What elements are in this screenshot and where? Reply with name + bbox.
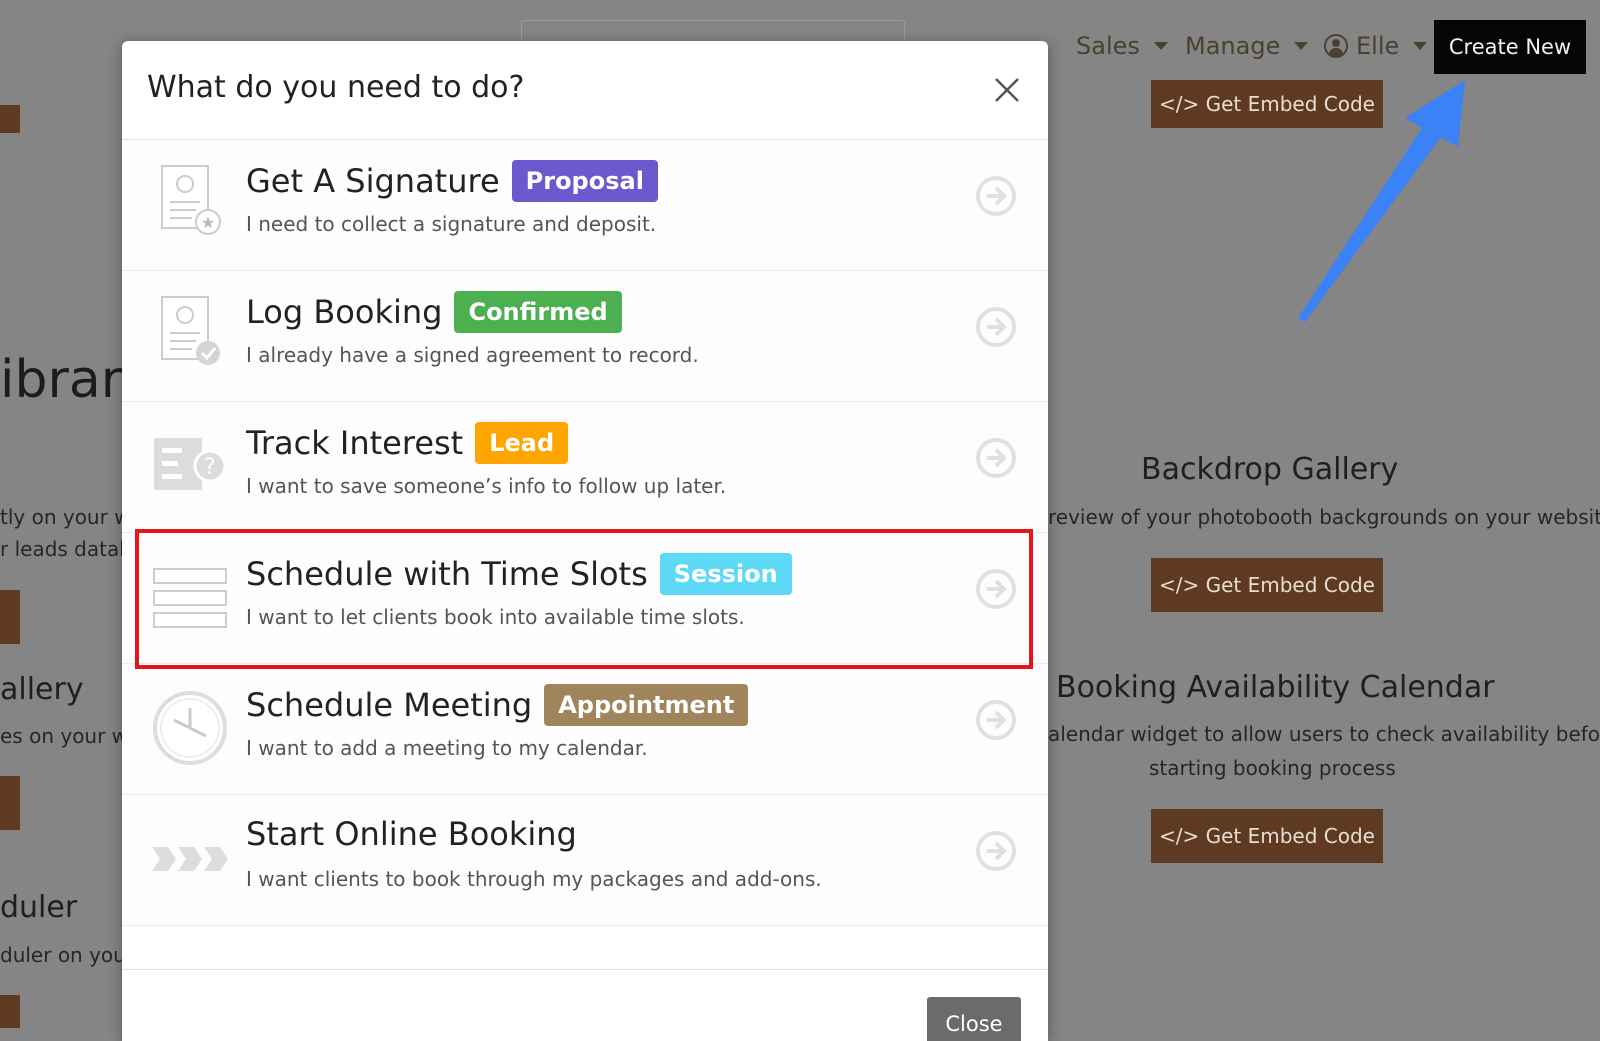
option-title-text: Schedule Meeting [246, 686, 533, 724]
option-schedule-meeting[interactable]: Schedule Meeting Appointment I want to a… [122, 664, 1048, 795]
chevrons-icon [152, 847, 228, 871]
time-slots-icon [153, 568, 227, 628]
arrow-right-circle-icon [976, 176, 1016, 216]
option-title: Start Online Booking [246, 815, 577, 853]
option-title-text: Get A Signature [246, 162, 500, 200]
option-description: I want to add a meeting to my calendar. [246, 736, 648, 760]
option-title-text: Schedule with Time Slots [246, 555, 648, 593]
option-schedule-time-slots[interactable]: Schedule with Time Slots Session I want … [122, 533, 1048, 664]
modal-footer: Close [122, 969, 1048, 1041]
arrow-right-circle-icon [976, 307, 1016, 347]
option-title: Schedule with Time Slots Session [246, 553, 792, 595]
option-description: I want to let clients book into availabl… [246, 605, 745, 629]
svg-text:★: ★ [201, 213, 215, 232]
option-description: I want to save someone’s info to follow … [246, 474, 727, 498]
close-icon[interactable] [994, 77, 1020, 103]
svg-text:?: ? [204, 455, 216, 480]
option-title: Schedule Meeting Appointment [246, 684, 749, 726]
arrow-right-circle-icon [976, 831, 1016, 871]
form-question-icon: ? [154, 438, 227, 490]
signature-document-icon: ★ [161, 165, 221, 235]
session-badge: Session [659, 553, 792, 595]
create-new-modal: What do you need to do? ★ Get A Signatur… [122, 41, 1048, 1041]
option-title: Track Interest Lead [246, 422, 569, 464]
option-title-text: Start Online Booking [246, 815, 577, 853]
arrow-right-circle-icon [976, 438, 1016, 478]
option-title-text: Log Booking [246, 293, 443, 331]
checked-document-icon [161, 296, 220, 365]
option-title-text: Track Interest [246, 424, 464, 462]
modal-header: What do you need to do? [122, 41, 1048, 140]
clock-icon [153, 691, 227, 765]
confirmed-badge: Confirmed [454, 291, 622, 333]
option-description: I want clients to book through my packag… [246, 867, 822, 891]
option-log-booking[interactable]: Log Booking Confirmed I already have a s… [122, 271, 1048, 402]
option-track-interest[interactable]: ? Track Interest Lead I want to save som… [122, 402, 1048, 533]
arrow-right-circle-icon [976, 569, 1016, 609]
option-description: I need to collect a signature and deposi… [246, 212, 657, 236]
option-description: I already have a signed agreement to rec… [246, 343, 699, 367]
modal-title: What do you need to do? [147, 70, 525, 105]
option-get-signature[interactable]: ★ Get A Signature Proposal I need to col… [122, 140, 1048, 271]
option-start-online-booking[interactable]: Start Online Booking I want clients to b… [122, 795, 1048, 926]
option-title: Log Booking Confirmed [246, 291, 622, 333]
option-title: Get A Signature Proposal [246, 160, 658, 202]
appointment-badge: Appointment [544, 684, 749, 726]
lead-badge: Lead [475, 422, 569, 464]
arrow-right-circle-icon [976, 700, 1016, 740]
proposal-badge: Proposal [511, 160, 658, 202]
close-button[interactable]: Close [927, 997, 1021, 1041]
